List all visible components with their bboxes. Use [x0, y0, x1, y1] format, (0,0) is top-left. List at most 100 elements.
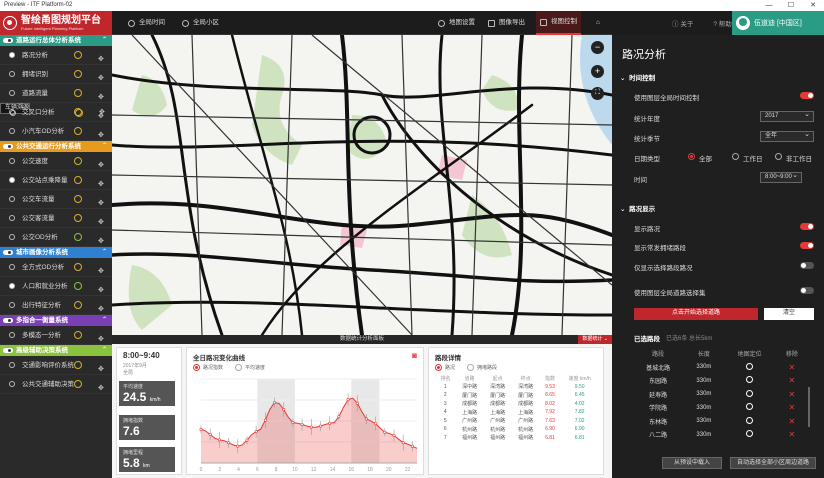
table-row[interactable]: 东园路 330m ✕	[630, 374, 806, 388]
zoom-in-button[interactable]: +	[591, 65, 604, 78]
sidebar-item[interactable]: 公交车流量 ✥	[0, 190, 112, 209]
section-toggle-icon[interactable]	[3, 38, 13, 43]
map-settings-button[interactable]: 地图设置	[438, 11, 475, 35]
clock-icon[interactable]	[74, 127, 82, 135]
radio-daytype-all[interactable]	[688, 153, 695, 160]
section-toggle-icon[interactable]	[3, 348, 13, 353]
map-canvas[interactable]: − + ⛶	[112, 35, 612, 335]
table-row[interactable]: 6 杭州路 杭州路 杭州路 6.90 6.90	[435, 425, 599, 434]
remove-icon[interactable]: ✕	[789, 417, 796, 426]
move-icon[interactable]: ✥	[98, 379, 104, 398]
table-row[interactable]: 4 上海路 上海路 上海路 7.92 7.82	[435, 408, 599, 417]
clock-icon[interactable]	[74, 331, 82, 339]
image-export-button[interactable]: 图像导出	[488, 11, 525, 35]
global-time-button[interactable]: 全局时间	[128, 11, 165, 35]
sidebar-section[interactable]: 道路运行总体分析系统 ⌃	[0, 35, 112, 46]
year-select[interactable]: 2017	[760, 110, 814, 122]
auto-select-button[interactable]: 自动选择全部小区周边道路	[730, 457, 816, 469]
clock-icon[interactable]	[74, 263, 82, 271]
scrollbar[interactable]	[808, 387, 810, 427]
sidebar-section[interactable]: 高级辅助决策系统 ⌃	[0, 345, 112, 356]
lock-icon[interactable]: ⌂	[596, 11, 600, 35]
table-row[interactable]: 2 厦门路 厦门路 厦门路 8.65 6.45	[435, 391, 599, 400]
zoom-out-button[interactable]: −	[591, 41, 604, 54]
remove-icon[interactable]: ✕	[789, 430, 796, 439]
clock-icon[interactable]	[74, 195, 82, 203]
section-toggle-icon[interactable]	[3, 318, 13, 323]
table-row[interactable]: 东林路 330m ✕	[630, 415, 806, 429]
locate-icon[interactable]	[746, 430, 754, 438]
table-row[interactable]: 基城北路 330m ✕	[630, 361, 806, 375]
radio-daytype-workday[interactable]	[732, 153, 739, 160]
show-status-toggle[interactable]	[800, 223, 814, 230]
table-row[interactable]: 八二路 330m ✕	[630, 428, 806, 442]
table-row[interactable]: 1 深中路 深湾路 深湾路 9.53 9.50	[435, 383, 599, 392]
help-link[interactable]: ? 帮助	[713, 18, 731, 28]
sidebar-item[interactable]: 出行特征分析 ✥	[0, 296, 112, 315]
table-row[interactable]: 3 成都路 成都路 成都路 8.02 4.02	[435, 400, 599, 409]
clock-icon[interactable]	[74, 157, 82, 165]
locate-icon[interactable]	[746, 416, 754, 424]
clock-icon[interactable]	[74, 233, 82, 241]
section-toggle-icon[interactable]	[3, 144, 13, 149]
show-congest-toggle[interactable]	[800, 242, 814, 249]
sidebar-item[interactable]: 多模态一分析 ✥	[0, 326, 112, 345]
fullscreen-button[interactable]: ⛶	[591, 87, 604, 100]
radio-status-index[interactable]	[193, 364, 200, 371]
clear-button[interactable]: 清空	[764, 308, 814, 320]
sidebar-item[interactable]: 道路流量 ✥	[0, 84, 112, 103]
radio-road-status[interactable]	[435, 364, 442, 371]
section-toggle-icon[interactable]	[3, 250, 13, 255]
table-row[interactable]: 延寿路 330m ✕	[630, 388, 806, 402]
only-selected-toggle[interactable]	[800, 262, 814, 269]
clock-icon[interactable]	[74, 51, 82, 59]
view-control-button[interactable]: 视图控制	[536, 11, 581, 35]
sidebar-item[interactable]: 交叉口分析 ✥	[0, 103, 112, 122]
sidebar-item[interactable]: 人口和就业分析 ✥	[0, 277, 112, 296]
close-icon[interactable]: ✕	[802, 0, 824, 11]
stats-dock-button[interactable]: 数据统计 ⌄	[578, 335, 612, 344]
sidebar-item[interactable]: 公交OD分析 ✥	[0, 228, 112, 247]
clock-icon[interactable]	[74, 214, 82, 222]
remove-icon[interactable]: ✕	[789, 363, 796, 372]
sidebar-item[interactable]: 公交客流量 ✥	[0, 209, 112, 228]
season-select[interactable]: 全年	[760, 130, 814, 142]
clock-icon[interactable]	[74, 70, 82, 78]
locate-icon[interactable]	[746, 389, 754, 397]
radio-avg-speed[interactable]	[235, 364, 243, 371]
global-area-button[interactable]: 全局小区	[182, 11, 219, 35]
time-select[interactable]: 8:00~9:00	[760, 171, 802, 183]
table-row[interactable]: 学院路 330m ✕	[630, 401, 806, 415]
radio-congested-roads[interactable]	[467, 364, 475, 371]
remove-icon[interactable]: ✕	[789, 403, 796, 412]
maximize-icon[interactable]: ☐	[780, 0, 802, 11]
remove-icon[interactable]: ✕	[789, 376, 796, 385]
user-menu[interactable]: 伍道迪 [中国区]	[732, 11, 824, 35]
bottom-panel-header[interactable]: 数据统计分析面板 数据统计 ⌄	[112, 335, 612, 344]
locate-icon[interactable]	[746, 376, 754, 384]
minimize-icon[interactable]: —	[758, 0, 780, 11]
table-row[interactable]: 7 福州路 福州路 福州路 6.81 6.81	[435, 434, 599, 443]
locate-icon[interactable]	[746, 362, 754, 370]
remove-icon[interactable]: ✕	[789, 390, 796, 399]
sidebar-item[interactable]: 拥堵识别 ✥	[0, 65, 112, 84]
clock-icon[interactable]	[74, 380, 82, 388]
clock-icon[interactable]	[74, 108, 82, 116]
use-global-sel-toggle[interactable]	[800, 287, 814, 294]
sidebar-item[interactable]: 交通影响评价系统 ✥	[0, 356, 112, 375]
use-global-time-toggle[interactable]	[800, 92, 814, 99]
select-roads-button[interactable]: 点击开始选择道路	[634, 308, 758, 320]
time-section-header[interactable]: ⌄ 时间控制	[620, 72, 655, 82]
sidebar-section[interactable]: 公共交通运行分析系统 ⌃	[0, 141, 112, 152]
sidebar-item[interactable]: 全方式OD分析 ✥	[0, 258, 112, 277]
display-section-header[interactable]: ⌄ 路况显示	[620, 203, 655, 213]
clock-icon[interactable]	[74, 361, 82, 369]
clock-icon[interactable]	[74, 301, 82, 309]
sidebar-item[interactable]: 公交站点乘降量 ✥	[0, 171, 112, 190]
camera-icon[interactable]: ◙	[412, 351, 417, 360]
clock-icon[interactable]	[74, 282, 82, 290]
sidebar-item[interactable]: 公交速度 ✥	[0, 152, 112, 171]
sidebar-section[interactable]: 城市画像分析系统 ⌃	[0, 247, 112, 258]
sidebar-item[interactable]: 路况分析 ✥	[0, 46, 112, 65]
load-preset-button[interactable]: 从预设中载入	[662, 457, 722, 469]
